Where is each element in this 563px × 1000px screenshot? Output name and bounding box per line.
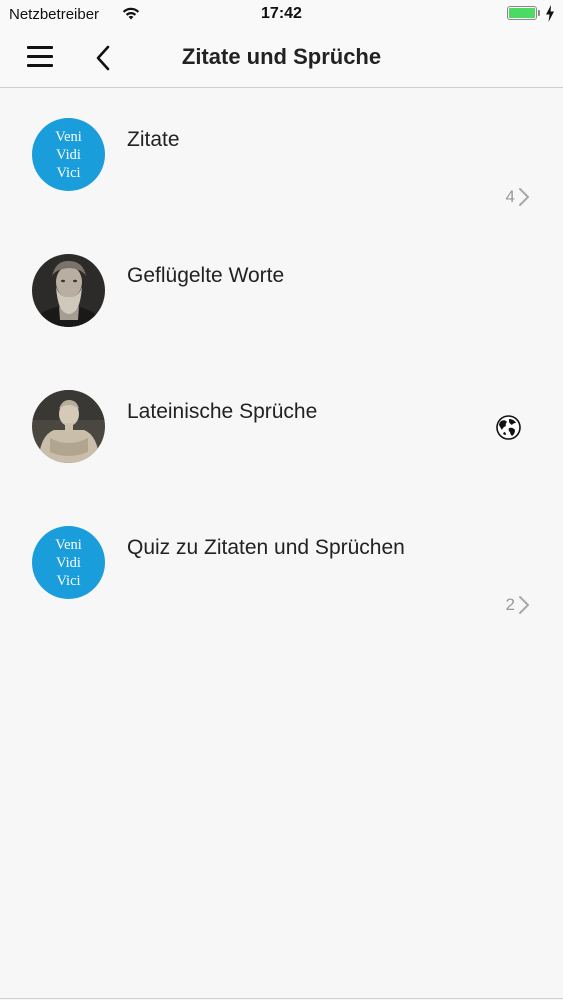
bearded-man-portrait — [32, 254, 105, 327]
status-bar: Netzbetreiber 17:42 — [0, 0, 563, 30]
list-item-lateinische-sprueche[interactable]: Lateinische Sprüche — [0, 360, 563, 496]
list-item-quiz[interactable]: Veni Vidi Vici Quiz zu Zitaten und Sprüc… — [0, 496, 563, 632]
chevron-right-icon — [519, 188, 529, 206]
charging-bolt-icon — [546, 5, 554, 22]
chevron-right-icon — [519, 596, 529, 614]
list-item-gefluegelte-worte[interactable]: Geflügelte Worte — [0, 224, 563, 360]
navigation-bar: Zitate und Sprüche — [0, 30, 563, 88]
veni-vidi-vici-logo: Veni Vidi Vici — [32, 526, 105, 599]
list-item-title: Quiz zu Zitaten und Sprüchen — [127, 536, 405, 559]
battery-icon — [507, 6, 540, 22]
veni-vidi-vici-logo: Veni Vidi Vici — [32, 118, 105, 191]
augustus-statue-photo — [32, 390, 105, 463]
list-item-title: Geflügelte Worte — [127, 264, 285, 287]
list-item-title: Lateinische Sprüche — [127, 400, 318, 423]
status-time: 17:42 — [261, 5, 302, 22]
menu-button[interactable] — [27, 44, 55, 72]
item-count: 2 — [505, 595, 515, 614]
page-title: Zitate und Sprüche — [181, 44, 382, 69]
globe-icon[interactable] — [496, 415, 521, 440]
list-item-title: Zitate — [127, 128, 180, 151]
list-item-zitate[interactable]: Veni Vidi Vici Zitate 4 — [0, 88, 563, 224]
back-button[interactable] — [92, 43, 116, 73]
bottom-divider — [0, 998, 563, 999]
item-count: 4 — [505, 187, 515, 206]
category-list: Veni Vidi Vici Zitate 4 Geflügelte Worte — [0, 88, 563, 632]
